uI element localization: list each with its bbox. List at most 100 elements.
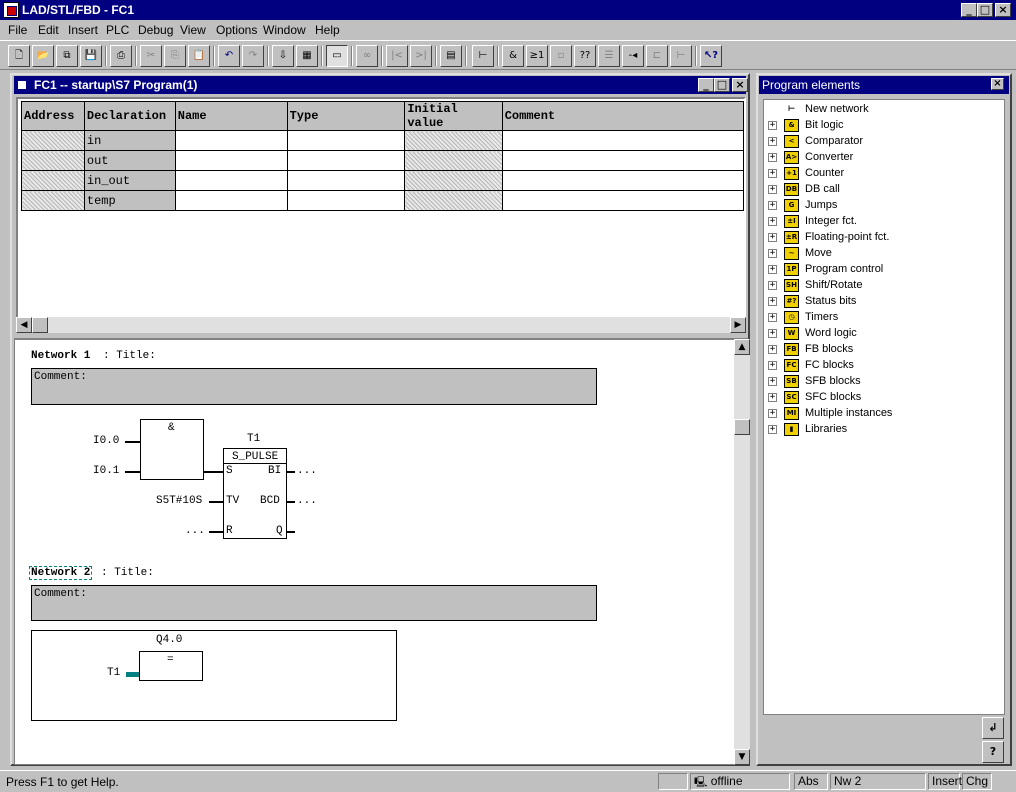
scroll-up-icon[interactable]: ▲ (734, 339, 750, 355)
expand-icon[interactable]: + (768, 281, 777, 290)
code-editor[interactable]: Network 1 : Title: Comment: & I0.0 I0.1 … (14, 339, 736, 765)
tree-item[interactable]: + DB DB call (764, 182, 1004, 198)
insert-binary-input-icon[interactable]: -◂ (622, 45, 644, 67)
expand-icon[interactable]: + (768, 217, 777, 226)
col-declaration[interactable]: Declaration (83, 101, 176, 131)
tree-item[interactable]: +1P Program control (764, 262, 1004, 278)
maximize-button[interactable]: □ (977, 3, 993, 17)
type-cell[interactable] (286, 150, 406, 171)
tree-item[interactable]: + ±R Floating-point fct. (764, 230, 1004, 246)
name-cell[interactable] (174, 190, 288, 211)
input-i0-1[interactable]: I0.1 (93, 465, 119, 477)
col-name[interactable]: Name (174, 101, 288, 131)
tree-item[interactable]: + FB FB blocks (764, 342, 1004, 358)
insert-element-icon[interactable]: ↲ (982, 717, 1004, 739)
or-box-icon[interactable]: ≥1 (526, 45, 548, 67)
new-file-icon[interactable]: 🗋 (8, 45, 30, 67)
expand-icon[interactable]: + (768, 313, 777, 322)
expand-icon[interactable]: + (768, 169, 777, 178)
table-row[interactable]: out (21, 150, 744, 171)
tree-item[interactable]: + < Comparator (764, 134, 1004, 150)
branch-icon[interactable]: ☰ (598, 45, 620, 67)
name-cell[interactable] (174, 170, 288, 191)
hscroll-thumb[interactable] (32, 317, 48, 333)
expand-icon[interactable]: + (768, 297, 777, 306)
menu-file[interactable]: File (8, 23, 27, 37)
comment-cell[interactable] (501, 150, 744, 171)
scroll-down-icon[interactable]: ▼ (734, 749, 750, 765)
app-icon[interactable] (3, 2, 19, 18)
download-icon[interactable]: ⇩ (272, 45, 294, 67)
accessible-nodes-icon[interactable]: ⧉ (56, 45, 78, 67)
menu-help[interactable]: Help (315, 23, 340, 37)
t1-input[interactable]: T1 (107, 667, 120, 679)
expand-icon[interactable]: + (768, 345, 777, 354)
menu-debug[interactable]: Debug (138, 23, 173, 37)
input-i0-0[interactable]: I0.0 (93, 435, 119, 447)
menu-view[interactable]: View (180, 23, 206, 37)
expand-icon[interactable]: + (768, 361, 777, 370)
bi-output[interactable]: ... (297, 465, 317, 477)
new-network-icon[interactable]: ⊢ (472, 45, 494, 67)
type-cell[interactable] (286, 130, 406, 151)
tree-item[interactable]: + SB SFB blocks (764, 374, 1004, 390)
save-icon[interactable]: 💾 (80, 45, 102, 67)
assign-icon[interactable]: ⊢ (670, 45, 692, 67)
expand-icon[interactable]: + (768, 185, 777, 194)
type-cell[interactable] (286, 190, 406, 211)
tree-item[interactable]: + SH Shift/Rotate (764, 278, 1004, 294)
minimize-button[interactable]: _ (961, 3, 977, 17)
table-row[interactable]: in_out (21, 170, 744, 191)
expand-icon[interactable]: + (768, 425, 777, 434)
expand-icon[interactable]: + (768, 329, 777, 338)
s-pulse-block[interactable]: S_PULSE S BI TV BCD R Q (223, 448, 287, 539)
expand-icon[interactable]: + (768, 137, 777, 146)
copy-icon[interactable]: ⎘ (164, 45, 186, 67)
xor-box-icon[interactable]: ▫ (550, 45, 572, 67)
table-row[interactable]: in (21, 130, 744, 151)
editor-close-button[interactable]: × (732, 78, 748, 92)
network-2-label[interactable]: Network 2 (29, 566, 93, 580)
cut-icon[interactable]: ✂ (140, 45, 162, 67)
col-comment[interactable]: Comment (501, 101, 744, 131)
r-value[interactable]: ... (185, 525, 205, 537)
scroll-right-icon[interactable]: ▶ (730, 317, 746, 333)
context-help-icon[interactable]: ↖? (700, 45, 722, 67)
network-1-comment[interactable]: Comment: (31, 368, 597, 405)
tree-item[interactable]: + ±I Integer fct. (764, 214, 1004, 230)
redo-icon[interactable]: ↷ (242, 45, 264, 67)
menu-edit[interactable]: Edit (38, 23, 59, 37)
system-menu-icon[interactable] (18, 81, 26, 89)
expand-icon[interactable]: + (768, 249, 777, 258)
monitor-icon[interactable]: ▦ (296, 45, 318, 67)
expand-icon[interactable]: + (768, 233, 777, 242)
print-icon[interactable]: ⎙ (110, 45, 132, 67)
first-network-icon[interactable]: |< (386, 45, 408, 67)
tree-item[interactable]: + +1 Counter (764, 166, 1004, 182)
tree-item[interactable]: + ~ Move (764, 246, 1004, 262)
tree-item[interactable]: + SC SFC blocks (764, 390, 1004, 406)
expand-icon[interactable]: + (768, 377, 777, 386)
editor-minimize-button[interactable]: _ (698, 78, 714, 92)
paste-icon[interactable]: 📋 (188, 45, 210, 67)
code-vscrollbar[interactable]: ▲ ▼ (734, 339, 750, 765)
expand-icon[interactable]: + (768, 265, 777, 274)
tree-item-new-network[interactable]: ⊢ New network (764, 102, 1004, 118)
col-address[interactable]: Address (21, 101, 85, 131)
tree-item[interactable]: + A> Converter (764, 150, 1004, 166)
comment-cell[interactable] (501, 130, 744, 151)
tv-value[interactable]: S5T#10S (156, 495, 202, 507)
scroll-left-icon[interactable]: ◀ (16, 317, 32, 333)
editor-maximize-button[interactable]: □ (714, 78, 730, 92)
program-elements-icon[interactable]: ▤ (440, 45, 462, 67)
tree-item[interactable]: + FC FC blocks (764, 358, 1004, 374)
table-row[interactable]: temp (21, 190, 744, 211)
bcd-output[interactable]: ... (297, 495, 317, 507)
tree-item[interactable]: + W Word logic (764, 326, 1004, 342)
negate-icon[interactable]: ⊏ (646, 45, 668, 67)
name-cell[interactable] (174, 150, 288, 171)
col-type[interactable]: Type (286, 101, 406, 131)
glasses-icon[interactable]: ∞ (356, 45, 378, 67)
undo-icon[interactable]: ↶ (218, 45, 240, 67)
assign-block[interactable]: = (139, 651, 203, 681)
